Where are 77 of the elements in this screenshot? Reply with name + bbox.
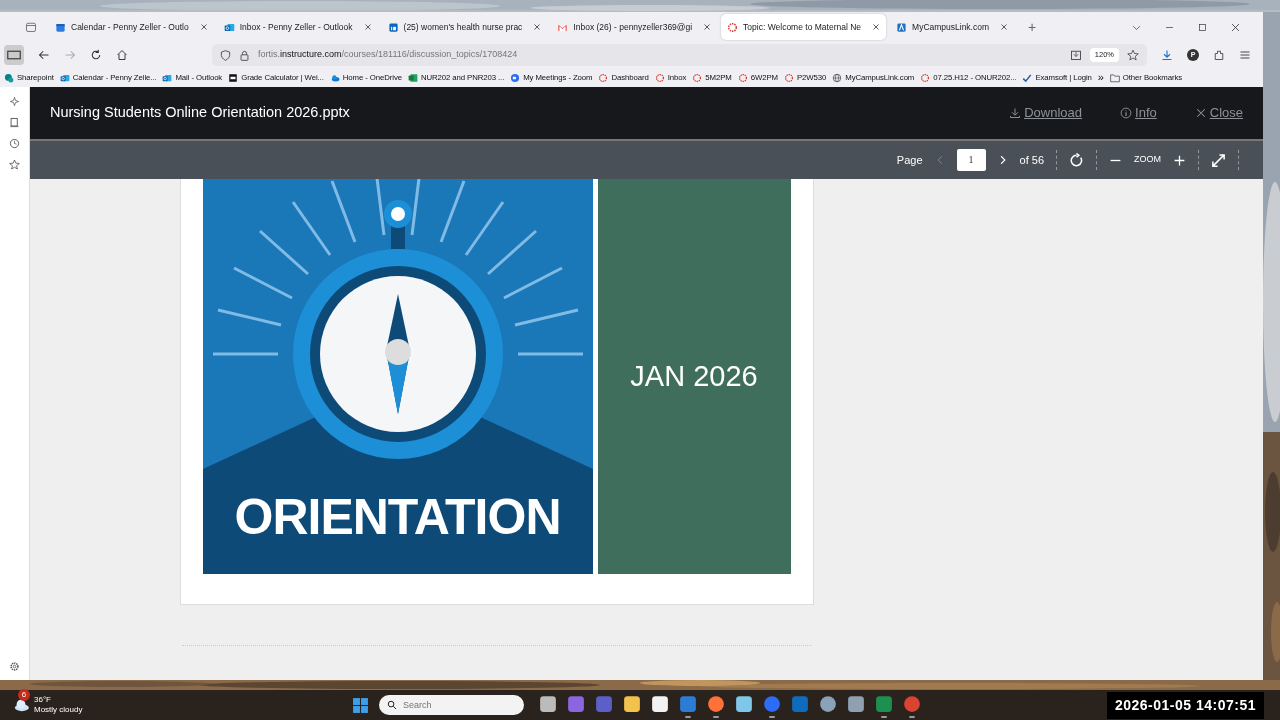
settings-icon[interactable]	[9, 661, 20, 672]
save-page-icon[interactable]	[1069, 49, 1082, 61]
start-icon[interactable]	[352, 696, 369, 714]
rotate-icon[interactable]	[1069, 152, 1084, 168]
ring-icon	[727, 21, 739, 33]
info-icon	[1120, 107, 1133, 119]
slide-heading: ORIENTATION	[233, 492, 562, 542]
close-icon[interactable]	[1230, 21, 1241, 33]
close-icon[interactable]	[199, 23, 208, 31]
download-icon[interactable]	[1161, 49, 1173, 61]
cloud-icon	[329, 72, 340, 83]
reload-icon[interactable]	[90, 49, 102, 61]
download-icon	[1009, 107, 1022, 119]
maximize-icon[interactable]	[1197, 21, 1208, 33]
forward-icon	[64, 49, 76, 61]
ring-icon	[654, 72, 665, 83]
check-icon	[1022, 72, 1033, 83]
square-icon	[896, 21, 908, 33]
search-icon	[387, 700, 397, 710]
circle-icon	[510, 72, 521, 83]
star-icon[interactable]	[9, 159, 20, 170]
square-icon	[228, 72, 239, 83]
new-tab-button[interactable]: +	[1028, 16, 1037, 38]
slide-side-text: JAN 2026	[597, 179, 791, 574]
page-label: Page	[896, 152, 923, 168]
notification-badge: 6	[18, 689, 30, 701]
ring-icon	[692, 72, 703, 83]
zoom-label: ZOOM	[1134, 153, 1161, 167]
shield-icon	[220, 49, 231, 61]
close-icon[interactable]	[872, 23, 881, 31]
browser-tab[interactable]: (25) women's health nurse prac	[381, 14, 548, 40]
lock-icon	[239, 49, 250, 61]
running-indicator	[909, 716, 915, 718]
ring-icon	[737, 72, 748, 83]
browser-tab[interactable]: Inbox (26) - pennyzeller369@gi	[551, 14, 718, 40]
ring-icon	[598, 72, 609, 83]
ring-icon	[783, 72, 794, 83]
browser-tab[interactable]: Topic: Welcome to Maternal Ne	[721, 14, 887, 40]
home-icon[interactable]	[116, 49, 128, 61]
sparkle-icon[interactable]	[9, 96, 20, 107]
browser-tab[interactable]: Calendar - Penny Zeller - Outlo	[49, 14, 214, 40]
page-number-field[interactable]: 1	[956, 149, 986, 171]
circle-icon	[4, 72, 14, 83]
close-icon	[1194, 107, 1207, 119]
recording-timestamp: 2026-01-05 14:07:51	[1106, 691, 1264, 719]
running-indicator	[769, 716, 775, 718]
calendar-icon	[55, 21, 66, 33]
search-field[interactable]: Search	[379, 695, 524, 715]
running-indicator	[685, 716, 691, 718]
close-icon[interactable]	[1000, 23, 1009, 31]
cloud-icon	[12, 698, 30, 712]
info-link[interactable]: Info	[1120, 103, 1157, 123]
close-icon[interactable]	[363, 23, 372, 31]
star-icon[interactable]	[1127, 49, 1139, 61]
more-bookmarks-button[interactable]: »	[1097, 69, 1104, 86]
weather-condition: Mostly cloudy	[34, 705, 83, 715]
browser-tab[interactable]: Inbox - Penny Zeller - Outlook	[217, 14, 378, 40]
running-indicator	[881, 716, 887, 718]
page-count: of 56	[1019, 152, 1044, 168]
square-icon	[387, 21, 399, 33]
close-icon[interactable]	[533, 23, 542, 31]
file-title: Nursing Students Online Orientation 2026.pptx	[50, 103, 351, 123]
temperature: 36°F	[34, 695, 52, 705]
browser-tab[interactable]: MyCampusLink.com	[890, 14, 1015, 40]
fullscreen-icon[interactable]	[1211, 152, 1226, 168]
close-link[interactable]: Close	[1194, 103, 1243, 123]
close-icon[interactable]	[703, 23, 712, 31]
running-indicator	[713, 716, 719, 718]
url-text: fortis.instructure.com/courses/181116/discussion_topics/1708424	[258, 48, 518, 62]
clock-icon[interactable]	[9, 138, 20, 149]
puzzle-icon[interactable]	[1213, 49, 1225, 61]
back-icon[interactable]	[38, 49, 50, 61]
tab-list-icon[interactable]	[25, 21, 37, 33]
plus-icon[interactable]	[1173, 153, 1186, 167]
download-link[interactable]: Download	[1009, 103, 1083, 123]
sidebar-icon[interactable]	[4, 45, 24, 65]
ring-icon	[920, 72, 931, 83]
